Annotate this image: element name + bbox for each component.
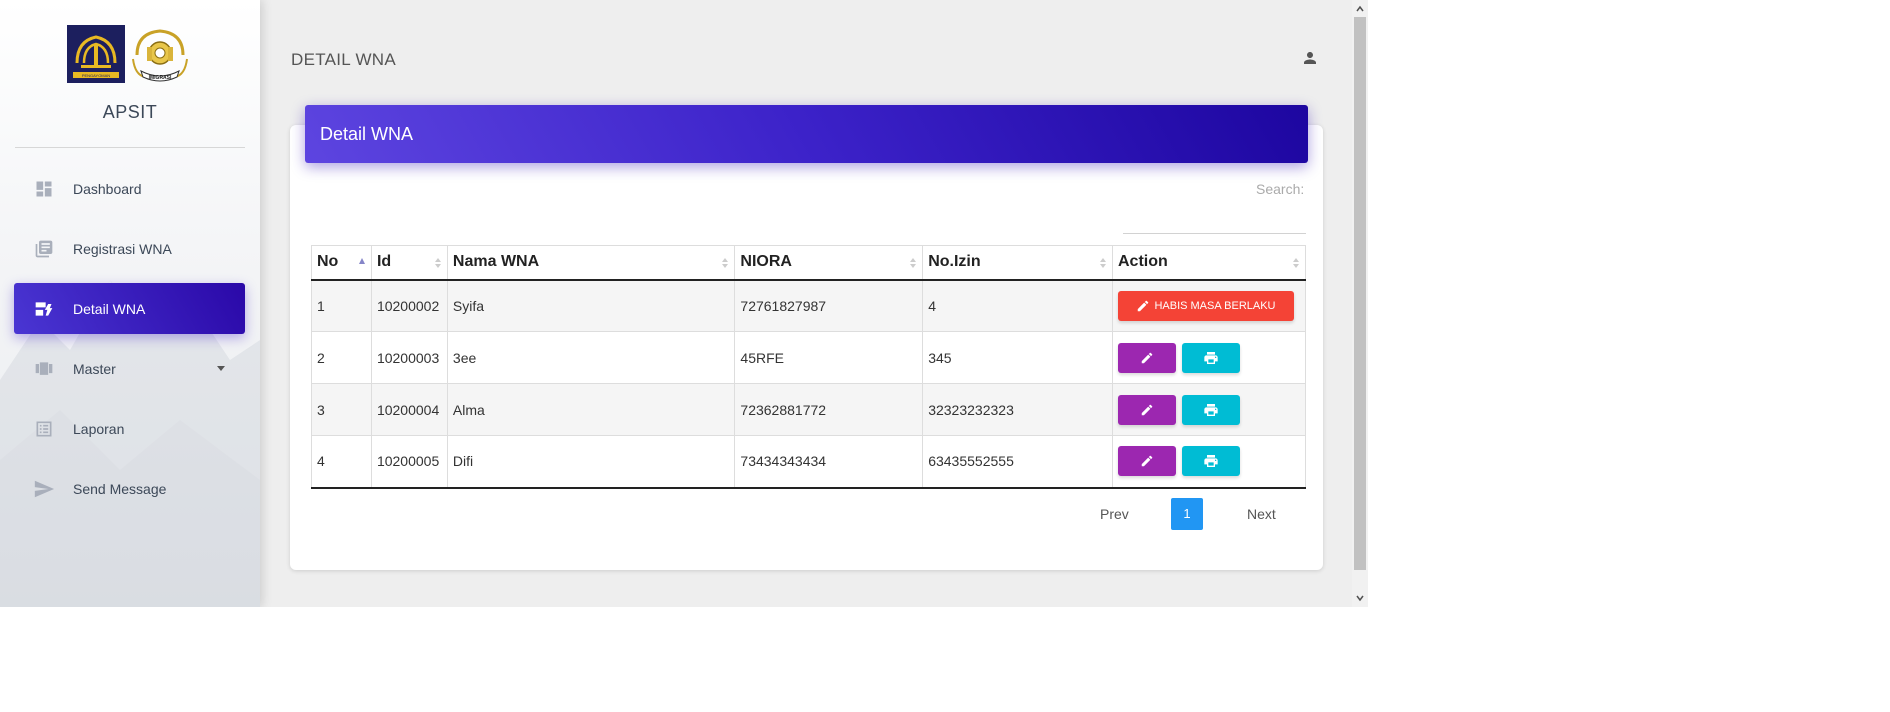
logo-group: PENGAYOMAN IMIGRASI (67, 25, 191, 85)
pengayoman-logo: PENGAYOMAN (67, 25, 125, 83)
cell-action: HABIS MASA BERLAKU (1111, 279, 1307, 332)
cell-niora: 72362881772 (734, 383, 924, 436)
print-button[interactable] (1181, 394, 1240, 425)
list-icon (33, 418, 55, 440)
dynamic-feed-icon (33, 298, 55, 320)
scrollbar-thumb[interactable] (1354, 17, 1366, 570)
cell-izin: 4 (922, 279, 1113, 332)
column-header-nama-wna[interactable]: Nama WNA (446, 245, 736, 281)
print-button[interactable] (1181, 342, 1240, 373)
sidebar-item-label: Dashboard (73, 180, 142, 197)
sidebar-item-laporan[interactable]: Laporan (14, 403, 245, 454)
next-page-button[interactable]: Next (1247, 506, 1276, 522)
cell-niora: 73434343434 (734, 435, 924, 489)
svg-text:PENGAYOMAN: PENGAYOMAN (82, 73, 110, 78)
sort-asc-icon (358, 258, 365, 270)
view-carousel-icon (33, 358, 55, 380)
sidebar-item-label: Send Message (73, 480, 167, 497)
sidebar-item-label: Registrasi WNA (73, 240, 172, 257)
prev-page-button[interactable]: Prev (1100, 506, 1129, 522)
cell-id: 10200004 (370, 383, 448, 436)
cell-action (1111, 331, 1307, 384)
print-icon (1204, 403, 1218, 416)
sort-icon (434, 258, 441, 270)
column-header-action[interactable]: Action (1111, 245, 1307, 281)
imigrasi-logo: IMIGRASI (129, 25, 191, 85)
wna-table: No Id Nama WNA NIORA No.Izin Action 1 10… (311, 245, 1307, 489)
sidebar-item-detail-wna[interactable]: Detail WNA (14, 283, 245, 334)
cell-id: 10200003 (370, 331, 448, 384)
cell-no: 2 (311, 331, 372, 384)
main-content: DETAIL WNA Detail WNA Search: No Id Nama… (260, 0, 1352, 607)
table-row: 3 10200004 Alma 72362881772 32323232323 (311, 383, 1307, 436)
brand-title: APSIT (102, 102, 158, 122)
search-label: Search: (1256, 181, 1305, 197)
svg-text:IMIGRASI: IMIGRASI (149, 75, 172, 81)
sidebar-item-label: Detail WNA (73, 300, 146, 317)
search-input[interactable] (1123, 212, 1306, 234)
cell-niora: 45RFE (734, 331, 924, 384)
sort-icon (722, 258, 729, 270)
edit-icon (1138, 300, 1149, 311)
cell-nama: Syifa (446, 279, 736, 332)
cell-action (1111, 383, 1307, 436)
table-row: 4 10200005 Difi 73434343434 63435552555 (311, 435, 1307, 489)
habis-masa-berlaku-button[interactable]: HABIS MASA BERLAKU (1117, 290, 1294, 321)
cell-id: 10200005 (370, 435, 448, 489)
cell-niora: 72761827987 (734, 279, 924, 332)
button-label: HABIS MASA BERLAKU (1154, 299, 1276, 312)
sidebar-item-registrasi-wna[interactable]: Registrasi WNA (14, 223, 245, 274)
scroll-up-icon[interactable] (1356, 5, 1364, 13)
browser-viewport: PENGAYOMAN IMIGRASI APSIT Dashboard Regi… (0, 0, 1368, 607)
send-icon (33, 478, 55, 500)
page-number-button[interactable]: 1 (1171, 498, 1203, 530)
cell-no: 3 (311, 383, 372, 436)
column-header-id[interactable]: Id (370, 245, 448, 281)
cell-nama: Difi (446, 435, 736, 489)
cell-no: 1 (311, 279, 372, 332)
cell-no: 4 (311, 435, 372, 489)
sidebar-item-label: Laporan (73, 420, 125, 437)
vertical-scrollbar[interactable] (1352, 0, 1368, 607)
print-icon (1204, 351, 1218, 364)
library-books-icon (33, 238, 55, 260)
table-row: 1 10200002 Syifa 72761827987 4 HABIS MAS… (311, 279, 1307, 332)
sidebar-divider (15, 147, 245, 148)
scroll-down-icon[interactable] (1356, 594, 1364, 602)
cell-nama: Alma (446, 383, 736, 436)
column-header-no-izin[interactable]: No.Izin (922, 245, 1113, 281)
table-row: 2 10200003 3ee 45RFE 345 (311, 331, 1307, 384)
sidebar-item-master[interactable]: Master (14, 343, 245, 394)
cell-nama: 3ee (446, 331, 736, 384)
cell-izin: 32323232323 (922, 383, 1113, 436)
cell-izin: 63435552555 (922, 435, 1113, 489)
chevron-down-icon (217, 366, 225, 371)
edit-button[interactable] (1117, 446, 1176, 477)
sidebar-item-dashboard[interactable]: Dashboard (14, 163, 245, 214)
column-header-niora[interactable]: NIORA (734, 245, 924, 281)
sidebar-nav: Dashboard Registrasi WNA Detail WNA Mast… (14, 163, 245, 523)
dashboard-icon (33, 178, 55, 200)
print-icon (1204, 455, 1218, 468)
edit-button[interactable] (1117, 394, 1176, 425)
sidebar-item-label: Master (73, 360, 116, 377)
column-header-no[interactable]: No (311, 245, 372, 281)
user-icon[interactable] (1301, 49, 1319, 72)
cell-izin: 345 (922, 331, 1113, 384)
cell-action (1111, 435, 1307, 489)
print-button[interactable] (1181, 446, 1240, 477)
sidebar-item-send-message[interactable]: Send Message (14, 463, 245, 514)
edit-button[interactable] (1117, 342, 1176, 373)
cell-id: 10200002 (370, 279, 448, 332)
sort-icon (1099, 258, 1106, 270)
edit-icon (1141, 404, 1153, 415)
edit-icon (1141, 455, 1153, 467)
card-header-title: Detail WNA (305, 105, 1308, 163)
edit-icon (1141, 352, 1153, 363)
sidebar: PENGAYOMAN IMIGRASI APSIT Dashboard Regi… (0, 0, 260, 607)
page-title: DETAIL WNA (291, 50, 397, 69)
sort-icon (1293, 258, 1299, 270)
sort-icon (910, 258, 917, 270)
